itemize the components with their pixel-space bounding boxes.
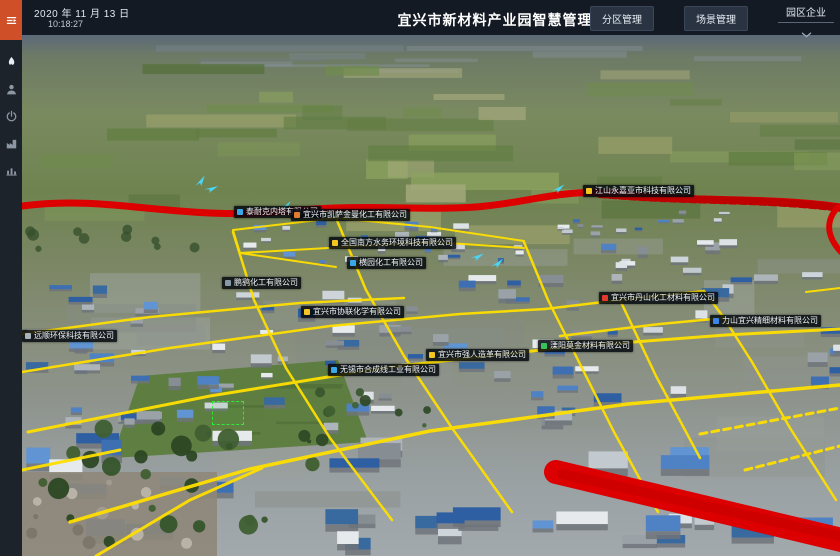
park-enterprise-dropdown[interactable]: 园区企业 [778,4,834,43]
company-label-text: 横园化工有限公司 [359,259,423,267]
menu-icon[interactable] [0,0,22,40]
company-label[interactable]: 无锡市合成线工业有限公司 [328,364,439,376]
company-marker-icon [332,240,338,246]
company-label[interactable]: 远顺环保科技有限公司 [22,330,117,342]
header-bar: 2020 年 11 月 13 日 10:18:27 宜兴市新材料产业园智慧管理平… [22,0,840,35]
company-marker-icon [25,333,31,339]
company-label[interactable]: 宜兴市强人造革有限公司 [426,349,529,361]
company-label-text: 宜兴市协联化学有限公司 [313,308,401,316]
factory-icon[interactable] [0,131,22,155]
company-label-text: 宜兴市丹山化工材料有限公司 [611,294,715,302]
company-label[interactable]: 溧阳莫金材料有限公司 [538,340,633,352]
power-icon[interactable] [0,104,22,128]
selection-box [212,401,244,425]
current-time: 10:18:27 [48,19,83,29]
company-label-text: 全国南方水务环境科技有限公司 [341,239,453,247]
company-marker-icon [304,309,310,315]
company-label-text: 宜兴市强人造革有限公司 [438,351,526,359]
company-label[interactable]: 横园化工有限公司 [347,257,426,269]
company-label-text: 溧阳莫金材料有限公司 [550,342,630,350]
company-marker-icon [294,212,300,218]
company-marker-icon [602,295,608,301]
current-date: 2020 年 11 月 13 日 [34,5,130,20]
app-window: 2020 年 11 月 13 日 10:18:27 宜兴市新材料产业园智慧管理平… [0,0,840,556]
company-marker-icon [225,280,231,286]
sidebar [0,0,22,556]
chevron-down-icon [778,25,834,43]
company-marker-icon [429,352,435,358]
header-actions: 分区管理 场景管理 园区企业 [590,6,834,43]
company-label-text: 远顺环保科技有限公司 [34,332,114,340]
company-label[interactable]: 宜兴市丹山化工材料有限公司 [599,292,718,304]
company-label[interactable]: 江山永嘉亚市科技有限公司 [583,185,694,197]
flame-icon[interactable] [0,50,22,74]
zone-management-button[interactable]: 分区管理 [590,6,654,31]
company-marker-icon [586,188,592,194]
company-label[interactable]: 全国南方水务环境科技有限公司 [329,237,456,249]
company-marker-icon [541,343,547,349]
company-label[interactable]: 力山宜兴精细材料有限公司 [710,315,821,327]
map-viewport[interactable]: 泰耐克内塔有限公司宜兴市凯萨金曼化工有限公司全国南方水务环境科技有限公司横园化工… [22,35,840,556]
company-marker-icon [350,260,356,266]
user-icon[interactable] [0,77,22,101]
scene-management-button[interactable]: 场景管理 [684,6,748,31]
company-label[interactable]: 宜兴市协联化学有限公司 [301,306,404,318]
chart-icon[interactable] [0,158,22,182]
company-label-text: 宜兴市凯萨金曼化工有限公司 [303,211,407,219]
page-title: 宜兴市新材料产业园智慧管理平台 [398,10,623,30]
company-marker-icon [331,367,337,373]
company-marker-icon [713,318,719,324]
company-label-text: 力山宜兴精细材料有限公司 [722,317,818,325]
park-enterprise-dropdown-label: 园区企业 [778,4,834,23]
company-label-text: 江山永嘉亚市科技有限公司 [595,187,691,195]
company-marker-icon [237,209,243,215]
company-label-text: 无锡市合成线工业有限公司 [340,366,436,374]
company-label[interactable]: 宜兴市凯萨金曼化工有限公司 [291,209,410,221]
company-label-text: 鹏鹞化工有限公司 [234,279,298,287]
company-label[interactable]: 鹏鹞化工有限公司 [222,277,301,289]
